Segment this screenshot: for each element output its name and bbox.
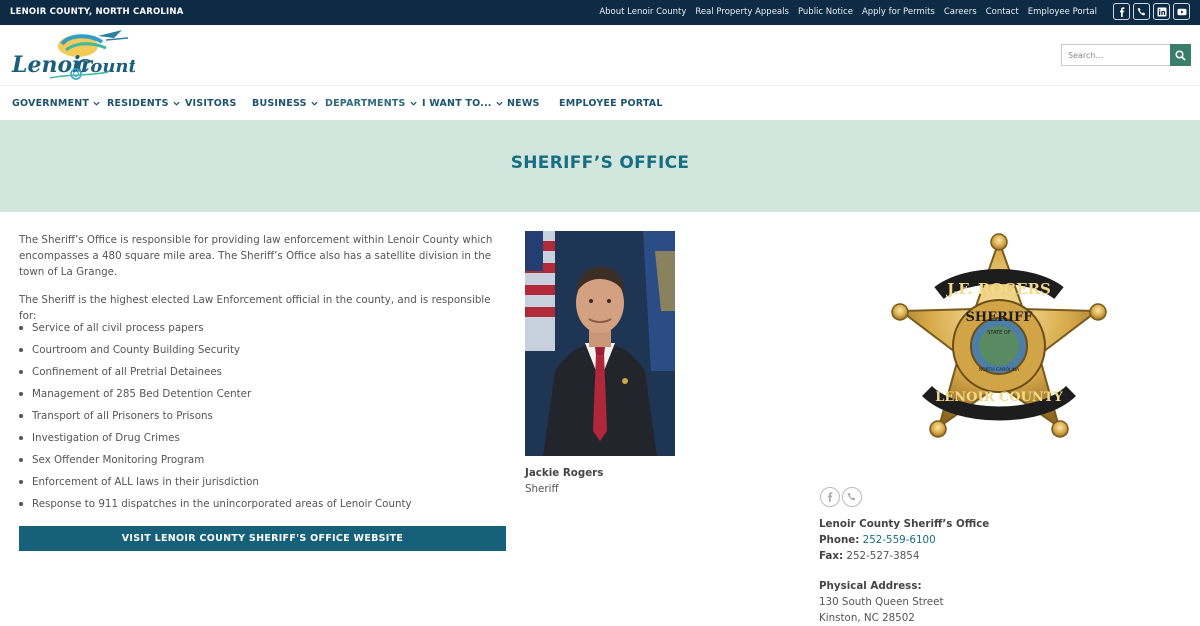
responsibilities-list: Service of all civil process papers Cour… bbox=[19, 320, 509, 518]
top-link-permits[interactable]: Apply for Permits bbox=[862, 7, 935, 17]
list-item: Transport of all Prisoners to Prisons bbox=[19, 408, 509, 430]
badge-middle-text: SHERIFF bbox=[966, 310, 1034, 325]
sheriff-badge-image: J.F. ROGERS SHERIFF STATE OF NORTH CAROL… bbox=[891, 233, 1107, 438]
list-item: Enforcement of ALL laws in their jurisdi… bbox=[19, 474, 509, 496]
sheriff-title: Sheriff bbox=[525, 483, 559, 495]
list-item: Investigation of Drug Crimes bbox=[19, 430, 509, 452]
visit-sheriff-website-button[interactable]: VISIT LENOIR COUNTY SHERIFF'S OFFICE WEB… bbox=[19, 526, 506, 551]
list-item: Sex Offender Monitoring Program bbox=[19, 452, 509, 474]
nav-item-i-want-to[interactable]: I WANT TO... bbox=[422, 98, 503, 109]
page-hero: SHERIFF’S OFFICE bbox=[0, 120, 1200, 212]
search-button[interactable] bbox=[1170, 44, 1191, 66]
badge-top-text: J.F. ROGERS bbox=[945, 280, 1051, 298]
nav-label: EMPLOYEE PORTAL bbox=[559, 98, 663, 109]
top-links: About Lenoir County Real Property Appeal… bbox=[599, 7, 1097, 17]
phone-icon[interactable] bbox=[1133, 3, 1150, 20]
list-item: Management of 285 Bed Detention Center bbox=[19, 386, 509, 408]
chevron-down-icon bbox=[173, 101, 180, 106]
nav-item-departments[interactable]: DEPARTMENTS bbox=[325, 98, 417, 109]
top-social-icons bbox=[1113, 3, 1190, 20]
list-item: Response to 911 dispatches in the uninco… bbox=[19, 496, 509, 518]
chevron-down-icon bbox=[93, 101, 100, 106]
badge-bottom-text: LENOIR COUNTY bbox=[935, 390, 1063, 405]
nav-label: DEPARTMENTS bbox=[325, 98, 406, 109]
address-line-1: 130 South Queen Street bbox=[819, 596, 944, 608]
top-bar: LENOIR COUNTY, NORTH CAROLINA About Leno… bbox=[0, 0, 1200, 25]
chevron-down-icon bbox=[496, 101, 503, 106]
nav-label: GOVERNMENT bbox=[12, 98, 90, 109]
phone-icon[interactable] bbox=[842, 487, 862, 507]
nav-item-business[interactable]: BUSINESS bbox=[252, 98, 318, 109]
sheriff-name: Jackie Rogers bbox=[525, 467, 604, 479]
top-link-property-appeals[interactable]: Real Property Appeals bbox=[695, 7, 789, 17]
top-link-public-notice[interactable]: Public Notice bbox=[798, 7, 853, 17]
nav-item-residents[interactable]: RESIDENTS bbox=[107, 98, 180, 109]
contact-info: Lenoir County Sheriff’s Office Phone: 25… bbox=[819, 516, 989, 626]
nav-label: BUSINESS bbox=[252, 98, 307, 109]
top-link-about[interactable]: About Lenoir County bbox=[599, 7, 686, 17]
badge-seal-bottom: NORTH CAROLINA bbox=[979, 367, 1020, 373]
badge-seal-top: STATE OF bbox=[987, 330, 1011, 336]
youtube-icon[interactable] bbox=[1173, 3, 1190, 20]
intro-paragraph: The Sheriff’s Office is responsible for … bbox=[19, 234, 493, 278]
lenoir-county-logo[interactable]: Lenoir County bbox=[10, 28, 135, 83]
list-item: Service of all civil process papers bbox=[19, 320, 509, 342]
nav-label: NEWS bbox=[507, 98, 540, 109]
search-box bbox=[1061, 44, 1191, 66]
nav-item-government[interactable]: GOVERNMENT bbox=[12, 98, 100, 109]
list-item: Courtroom and County Building Security bbox=[19, 342, 509, 364]
chevron-down-icon bbox=[410, 101, 417, 106]
office-name: Lenoir County Sheriff’s Office bbox=[819, 518, 990, 530]
search-input[interactable] bbox=[1061, 44, 1170, 66]
page-title: SHERIFF’S OFFICE bbox=[510, 153, 690, 173]
list-item: Confinement of all Pretrial Detainees bbox=[19, 364, 509, 386]
nav-label: RESIDENTS bbox=[107, 98, 169, 109]
chevron-down-icon bbox=[311, 101, 318, 106]
address-label: Physical Address: bbox=[819, 580, 922, 592]
facebook-icon[interactable] bbox=[820, 487, 840, 507]
nav-label: I WANT TO... bbox=[422, 98, 492, 109]
nav-label: VISITORS bbox=[185, 98, 237, 109]
top-link-contact[interactable]: Contact bbox=[986, 7, 1019, 17]
nav-item-news[interactable]: NEWS bbox=[507, 98, 540, 109]
linkedin-icon[interactable] bbox=[1153, 3, 1170, 20]
logo-text-county: County bbox=[76, 56, 135, 77]
facebook-icon[interactable] bbox=[1113, 3, 1130, 20]
sheriff-portrait bbox=[525, 231, 675, 456]
top-link-employee-portal[interactable]: Employee Portal bbox=[1028, 7, 1097, 17]
site-header: Lenoir County bbox=[0, 25, 1200, 85]
search-icon bbox=[1175, 49, 1186, 61]
main-nav: GOVERNMENT RESIDENTS VISITORS BUSINESS D… bbox=[0, 85, 1200, 120]
phone-label: Phone: bbox=[819, 534, 860, 546]
top-link-careers[interactable]: Careers bbox=[944, 7, 977, 17]
nav-item-employee-portal[interactable]: EMPLOYEE PORTAL bbox=[559, 98, 663, 109]
contact-social-icons bbox=[820, 487, 862, 507]
county-name: LENOIR COUNTY, NORTH CAROLINA bbox=[10, 7, 184, 17]
address-line-2: Kinston, NC 28502 bbox=[819, 612, 915, 624]
phone-link[interactable]: 252-559-6100 bbox=[863, 534, 936, 546]
fax-label: Fax: bbox=[819, 550, 844, 562]
nav-item-visitors[interactable]: VISITORS bbox=[185, 98, 237, 109]
fax-number: 252-527-3854 bbox=[846, 550, 920, 562]
